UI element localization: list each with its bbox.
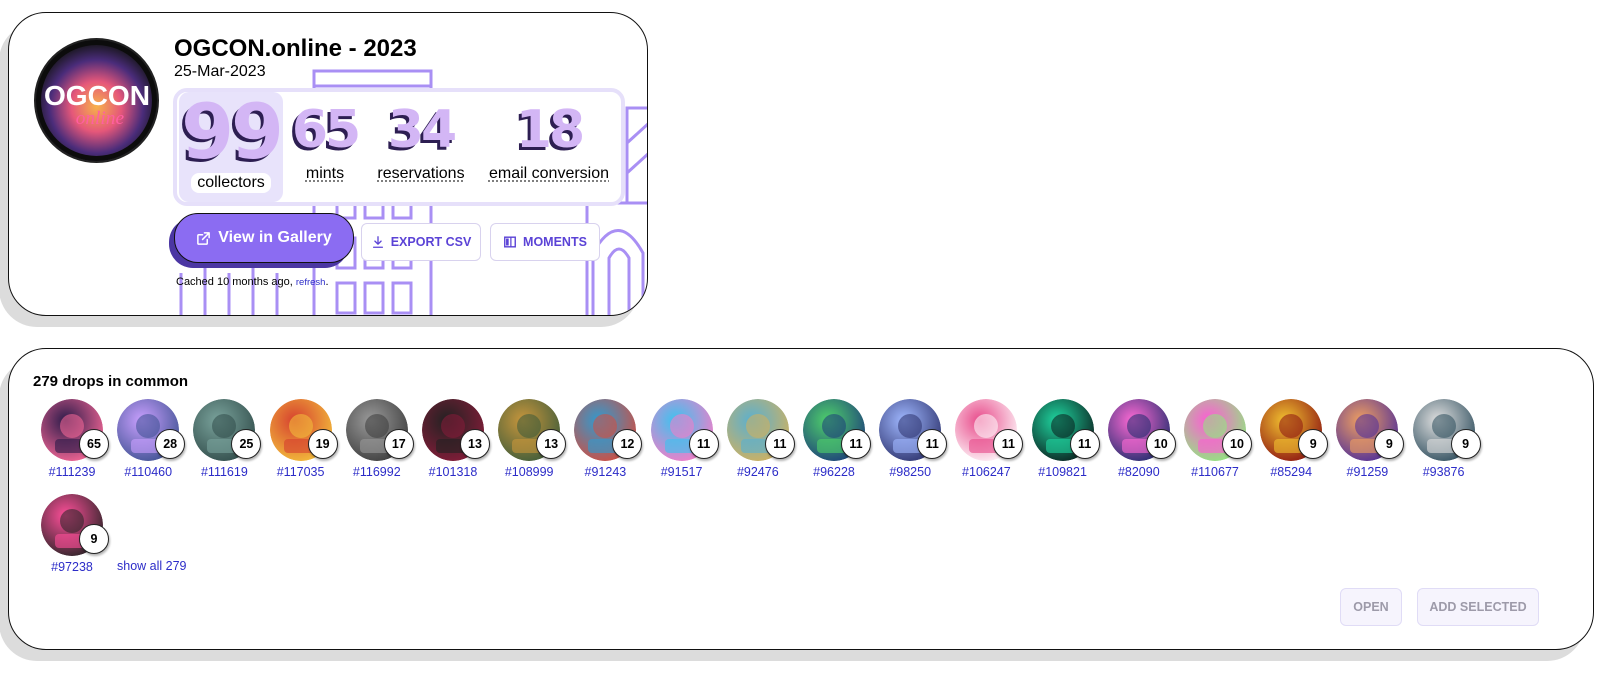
drop-item[interactable]: 17 #116992 xyxy=(338,399,416,485)
event-card: OGCON online OGCON.online - 2023 25-Mar-… xyxy=(8,12,648,316)
event-date: 25-Mar-2023 xyxy=(174,63,266,80)
drop-id-link[interactable]: #98250 xyxy=(871,465,949,479)
stat-email-conversion[interactable]: 18 email conversion xyxy=(481,92,617,202)
drops-in-common-card: 279 drops in common 65 #111239 28 #110460 25… xyxy=(8,348,1594,650)
drop-id-link[interactable]: #109821 xyxy=(1024,465,1102,479)
drops-heading: 279 drops in common xyxy=(33,373,189,390)
book-icon xyxy=(504,236,516,248)
drop-id-link[interactable]: #106247 xyxy=(947,465,1025,479)
drop-count-badge: 10 xyxy=(1145,429,1176,459)
mints-count: 65 xyxy=(291,100,361,160)
drop-id-link[interactable]: #110460 xyxy=(109,465,187,479)
external-link-icon xyxy=(197,231,211,245)
drop-item[interactable]: 11 #91517 xyxy=(643,399,721,485)
drop-item[interactable]: 11 #92476 xyxy=(719,399,797,485)
drop-id-link[interactable]: #117035 xyxy=(262,465,340,479)
drop-count-badge: 11 xyxy=(688,429,719,459)
stats-panel: 99 collectors 65 mints 34 reservations 1… xyxy=(173,88,625,206)
export-csv-label: EXPORT CSV xyxy=(390,235,472,249)
email-conversion-label: email conversion xyxy=(488,165,610,182)
drop-count-badge: 12 xyxy=(612,429,643,459)
event-title: OGCON.online - 2023 xyxy=(174,35,417,62)
drop-count-badge: 17 xyxy=(383,429,414,459)
drop-count-badge: 9 xyxy=(1298,429,1329,459)
drop-item[interactable]: 11 #109821 xyxy=(1024,399,1102,485)
view-in-gallery-button[interactable]: View in Gallery xyxy=(174,213,354,263)
drop-count-badge: 11 xyxy=(993,429,1024,459)
drop-item[interactable]: 11 #96228 xyxy=(795,399,873,485)
drop-item[interactable]: 25 #111619 xyxy=(185,399,263,485)
drop-id-link[interactable]: #96228 xyxy=(795,465,873,479)
drop-id-link[interactable]: #108999 xyxy=(490,465,568,479)
show-all-link[interactable]: show all 279 xyxy=(117,559,187,573)
cache-suffix: . xyxy=(325,276,329,288)
cache-text: Cached 10 months ago, xyxy=(176,276,293,288)
drop-count-badge: 11 xyxy=(1069,429,1100,459)
drop-count-badge: 11 xyxy=(917,429,948,459)
drop-id-link[interactable]: #110677 xyxy=(1176,465,1254,479)
collectors-label: collectors xyxy=(191,173,271,193)
drop-id-link[interactable]: #93876 xyxy=(1405,465,1483,479)
drop-id-link[interactable]: #92476 xyxy=(719,465,797,479)
drop-id-link[interactable]: #111619 xyxy=(185,465,263,479)
open-button[interactable]: OPEN xyxy=(1340,588,1402,626)
moments-label: MOMENTS xyxy=(523,235,587,249)
drop-item[interactable]: 28 #110460 xyxy=(109,399,187,485)
drop-item[interactable]: 9 #93876 xyxy=(1405,399,1483,485)
drop-count-badge: 10 xyxy=(1222,429,1252,459)
event-logo: OGCON online xyxy=(34,38,159,163)
add-selected-button[interactable]: ADD SELECTED xyxy=(1417,588,1539,626)
drop-count-badge: 13 xyxy=(536,429,567,459)
drop-id-link[interactable]: #91259 xyxy=(1328,465,1406,479)
drop-id-link[interactable]: #111239 xyxy=(33,465,111,479)
drop-item[interactable]: 13 #101318 xyxy=(414,399,492,485)
drop-count-badge: 28 xyxy=(155,429,186,459)
reservations-count: 34 xyxy=(387,100,457,160)
drop-id-link[interactable]: #85294 xyxy=(1252,465,1330,479)
drop-item[interactable]: 19 #117035 xyxy=(262,399,340,485)
drop-item[interactable]: 9 #97238 xyxy=(33,494,111,580)
ogcon-logo-icon: OGCON online xyxy=(44,80,150,129)
drop-id-link[interactable]: #91243 xyxy=(566,465,644,479)
refresh-link[interactable]: refresh xyxy=(296,277,326,288)
drop-item[interactable]: 11 #98250 xyxy=(871,399,949,485)
stat-reservations[interactable]: 34 reservations xyxy=(369,92,473,202)
mints-label: mints xyxy=(305,165,345,182)
drop-item[interactable]: 13 #108999 xyxy=(490,399,568,485)
stat-mints[interactable]: 65 mints xyxy=(285,92,365,202)
export-csv-button[interactable]: EXPORT CSV xyxy=(361,223,481,261)
drop-count-badge: 11 xyxy=(841,429,871,459)
drop-count-badge: 13 xyxy=(460,429,490,459)
drop-count-badge: 11 xyxy=(764,429,795,459)
drop-count-badge: 9 xyxy=(1450,429,1481,459)
download-icon xyxy=(372,236,383,248)
drop-count-badge: 65 xyxy=(79,429,109,459)
drop-count-badge: 9 xyxy=(1374,429,1405,459)
collectors-count: 99 xyxy=(181,87,284,176)
drop-item[interactable]: 11 #106247 xyxy=(947,399,1025,485)
view-in-gallery-label: View in Gallery xyxy=(218,229,332,246)
reservations-label: reservations xyxy=(377,165,465,182)
drop-id-link[interactable]: #82090 xyxy=(1100,465,1178,479)
drop-id-link[interactable]: #101318 xyxy=(414,465,492,479)
drop-count-badge: 25 xyxy=(231,429,262,459)
logo-text: OGCON xyxy=(44,80,150,111)
drop-item[interactable]: 12 #91243 xyxy=(566,399,644,485)
drop-id-link[interactable]: #116992 xyxy=(338,465,416,479)
drop-id-link[interactable]: #91517 xyxy=(643,465,721,479)
drop-item[interactable]: 10 #82090 xyxy=(1100,399,1178,485)
stat-collectors[interactable]: 99 collectors xyxy=(179,87,284,202)
logo-subtext: online xyxy=(76,108,125,129)
drop-count-badge: 19 xyxy=(307,429,338,459)
email-conversion-count: 18 xyxy=(515,100,585,160)
cache-status: Cached 10 months ago, refresh. xyxy=(176,276,329,288)
drop-item[interactable]: 65 #111239 xyxy=(33,399,111,485)
drop-count-badge: 9 xyxy=(79,524,109,554)
drop-id-link[interactable]: #97238 xyxy=(33,560,111,574)
drop-item[interactable]: 9 #91259 xyxy=(1328,399,1406,485)
moments-button[interactable]: MOMENTS xyxy=(490,223,600,261)
drop-item[interactable]: 9 #85294 xyxy=(1252,399,1330,485)
drop-item[interactable]: 10 #110677 xyxy=(1176,399,1254,485)
